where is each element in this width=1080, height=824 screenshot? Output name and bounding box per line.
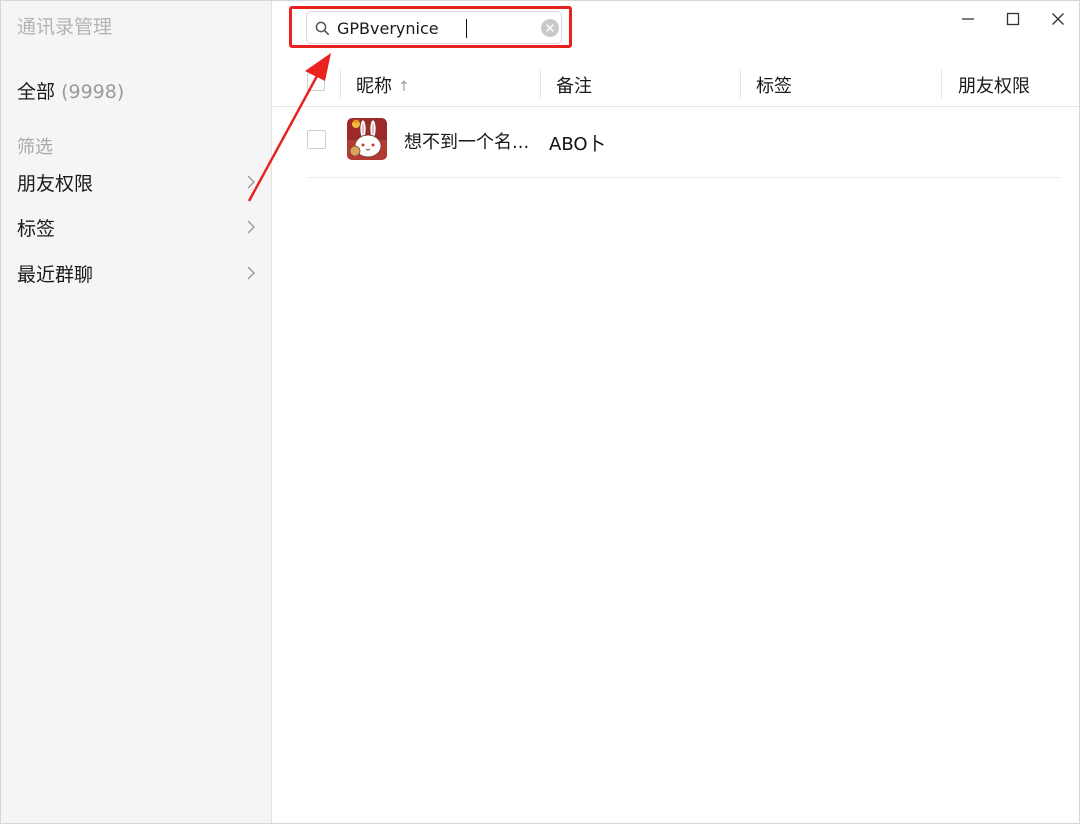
column-header-tag[interactable]: 标签 [756,72,792,98]
table-header: 昵称 ↑ 备注 标签 朋友权限 [273,61,1079,107]
sidebar: 通讯录管理 全部 (9998) 筛选 朋友权限 标签 最近群聊 [1,1,272,823]
sort-ascending-icon: ↑ [398,79,410,95]
contact-nickname: 想不到一个名... [404,132,530,153]
chevron-right-icon [247,175,255,189]
minimize-icon[interactable] [957,8,979,30]
chevron-right-icon [247,220,255,234]
filter-section-label: 筛选 [17,137,53,158]
search-box[interactable] [306,11,562,44]
sidebar-item-recent-groups[interactable]: 最近群聊 [17,259,261,289]
app-title: 通讯录管理 [17,16,113,38]
search-icon [315,21,329,35]
clear-icon[interactable] [541,19,559,37]
column-header-label: 昵称 [356,76,392,97]
contact-remark: ABO卜 [549,134,606,155]
sidebar-item-tags[interactable]: 标签 [17,213,261,243]
main-panel: 昵称 ↑ 备注 标签 朋友权限 [273,1,1079,823]
column-header-nickname[interactable]: 昵称 ↑ [356,72,410,98]
sidebar-item-label: 朋友权限 [17,173,94,195]
chevron-right-icon [247,266,255,280]
row-checkbox[interactable] [307,130,326,149]
column-divider [740,70,741,98]
close-icon[interactable] [1047,8,1069,30]
column-header-remark[interactable]: 备注 [556,72,592,98]
all-count: (9998) [61,81,125,103]
contact-avatar [347,118,387,160]
select-all-checkbox[interactable] [307,73,325,91]
contacts-manager-window: 通讯录管理 全部 (9998) 筛选 朋友权限 标签 最近群聊 GPBveryn… [0,0,1080,824]
maximize-icon[interactable] [1002,8,1024,30]
table-row[interactable]: 想不到一个名... ABO卜 [307,108,1060,178]
text-caret [466,19,467,38]
column-divider [540,70,541,98]
sidebar-item-friend-permission[interactable]: 朋友权限 [17,168,261,198]
sidebar-item-label: 最近群聊 [17,264,94,286]
column-header-friend-permission[interactable]: 朋友权限 [958,72,1030,98]
column-divider [340,70,341,98]
all-label: 全部 [17,81,56,103]
sidebar-item-all[interactable]: 全部 (9998) [17,77,124,104]
sidebar-item-label: 标签 [17,218,56,240]
search-input[interactable] [337,16,533,40]
column-divider [941,70,942,98]
